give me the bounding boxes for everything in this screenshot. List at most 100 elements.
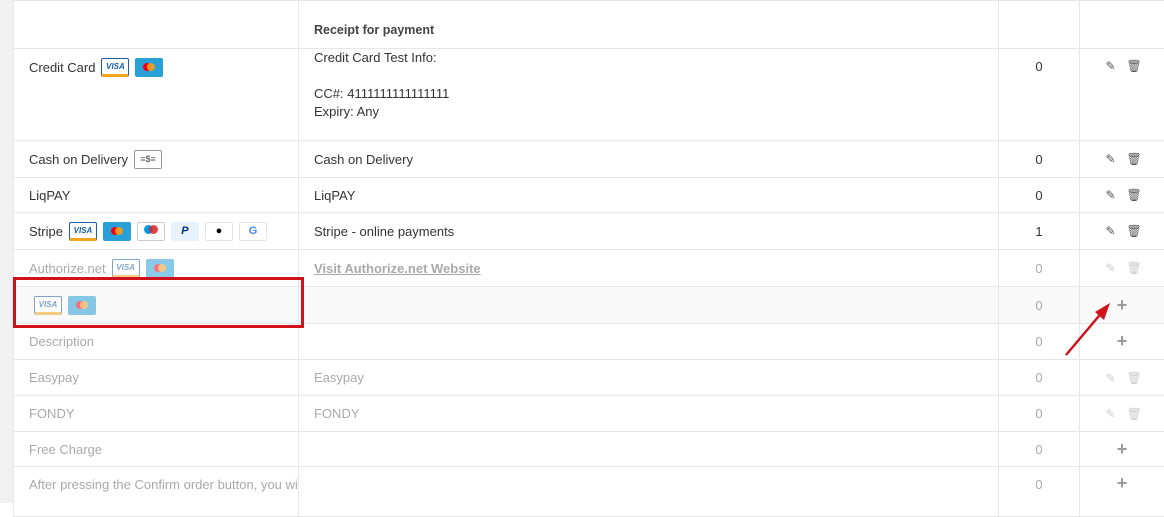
method-count: 0 <box>999 141 1080 178</box>
actions-cell: ✎ 🗑 <box>1080 141 1164 178</box>
trash-icon[interactable]: 🗑 <box>1127 261 1141 275</box>
method-name-cell: Credit Card VISA <box>14 49 299 141</box>
method-name: Description <box>14 324 299 360</box>
edit-pencil-icon[interactable]: ✎ <box>1104 261 1118 275</box>
method-name: Authorize.net <box>29 261 106 276</box>
method-count: 0 <box>999 396 1080 432</box>
method-description: Easypay <box>299 360 999 396</box>
method-count: 0 <box>999 467 1080 517</box>
method-name-cell: Cash on Delivery ≡$≡ <box>14 141 299 178</box>
edit-pencil-icon[interactable]: ✎ <box>1104 407 1118 421</box>
method-description-cell: Visit Authorize.net Website <box>299 250 999 287</box>
actions-cell: + <box>1080 287 1164 324</box>
table-row: Free Charge 0 + <box>14 432 1164 467</box>
method-count: 0 <box>999 324 1080 360</box>
table-row: LiqPAY LiqPAY 0 ✎ 🗑 <box>14 178 1164 213</box>
method-count: 0 <box>999 287 1080 324</box>
actions-cell: + <box>1080 432 1164 467</box>
mastercard-icon <box>68 296 96 315</box>
maestro-icon <box>137 222 165 241</box>
description-line-blank <box>314 67 983 85</box>
description-line: Credit Card Test Info: <box>314 49 983 67</box>
method-description <box>299 324 999 360</box>
add-plus-icon[interactable]: + <box>1117 295 1128 315</box>
description-line: Expiry: Any <box>314 103 983 121</box>
table-row: Easypay Easypay 0 ✎ 🗑 <box>14 360 1164 396</box>
add-plus-icon[interactable]: + <box>1117 331 1128 351</box>
trash-icon[interactable]: 🗑 <box>1127 59 1141 73</box>
actions-cell: ✎ 🗑 <box>1080 213 1164 250</box>
visa-icon: VISA <box>112 259 140 278</box>
trash-icon[interactable]: 🗑 <box>1127 371 1141 385</box>
method-description <box>299 287 999 324</box>
method-description: Stripe - online payments <box>299 213 999 250</box>
apple-pay-icon: ● <box>205 222 233 241</box>
header-count-cell <box>999 1 1080 49</box>
trash-icon[interactable]: 🗑 <box>1127 224 1141 238</box>
method-description-cell: Credit Card Test Info: CC#: 411111111111… <box>299 49 999 141</box>
visa-icon: VISA <box>101 58 129 77</box>
method-count: 0 <box>999 360 1080 396</box>
authorize-website-link[interactable]: Visit Authorize.net Website <box>314 261 481 276</box>
method-description: LiqPAY <box>299 178 999 213</box>
actions-cell: + <box>1080 324 1164 360</box>
method-name: After pressing the Confirm order button,… <box>14 467 299 517</box>
description-line: CC#: 4111111111111111 <box>314 85 983 103</box>
table-row: FONDY FONDY 0 ✎ 🗑 <box>14 396 1164 432</box>
mastercard-icon <box>135 58 163 77</box>
payment-methods-table: Receipt for payment Credit Card VISA Cre… <box>13 0 1164 517</box>
method-name: Credit Card <box>29 60 95 75</box>
edit-pencil-icon[interactable]: ✎ <box>1104 188 1118 202</box>
method-name: Free Charge <box>14 432 299 467</box>
method-description: Cash on Delivery <box>299 141 999 178</box>
edit-pencil-icon[interactable]: ✎ <box>1104 59 1118 73</box>
table-row: Stripe VISA P ● G Stripe - online paymen… <box>14 213 1164 250</box>
trash-icon[interactable]: 🗑 <box>1127 188 1141 202</box>
method-count: 0 <box>999 49 1080 141</box>
header-description-cell: Receipt for payment <box>299 1 999 49</box>
actions-cell: ✎ 🗑 <box>1080 49 1164 141</box>
method-count: 0 <box>999 432 1080 467</box>
method-name: Stripe <box>29 224 63 239</box>
trash-icon[interactable]: 🗑 <box>1127 152 1141 166</box>
add-plus-icon[interactable]: + <box>1117 473 1128 493</box>
method-name: Cash on Delivery <box>29 152 128 167</box>
method-count: 0 <box>999 178 1080 213</box>
method-count: 1 <box>999 213 1080 250</box>
table-row: Authorize.net VISA Visit Authorize.net W… <box>14 250 1164 287</box>
method-description <box>299 467 999 517</box>
header-name-cell <box>14 1 299 49</box>
edit-pencil-icon[interactable]: ✎ <box>1104 152 1118 166</box>
add-plus-icon[interactable]: + <box>1117 439 1128 459</box>
method-name: Easypay <box>14 360 299 396</box>
table-row: After pressing the Confirm order button,… <box>14 467 1164 517</box>
actions-cell: ✎ 🗑 <box>1080 178 1164 213</box>
header-actions-cell <box>1080 1 1164 49</box>
method-name-cell: Stripe VISA P ● G <box>14 213 299 250</box>
edit-pencil-icon[interactable]: ✎ <box>1104 224 1118 238</box>
google-pay-icon: G <box>239 222 267 241</box>
table-row: VISA 0 + <box>14 287 1164 324</box>
header-description-label: Receipt for payment <box>314 23 983 37</box>
mastercard-icon <box>146 259 174 278</box>
table-row: Description 0 + <box>14 324 1164 360</box>
edit-pencil-icon[interactable]: ✎ <box>1104 371 1118 385</box>
mastercard-icon <box>103 222 131 241</box>
actions-cell: + <box>1080 467 1164 517</box>
table-header-row: Receipt for payment <box>14 1 1164 49</box>
visa-icon: VISA <box>69 222 97 241</box>
method-name: LiqPAY <box>14 178 299 213</box>
actions-cell: ✎ 🗑 <box>1080 396 1164 432</box>
table-row: Credit Card VISA Credit Card Test Info: … <box>14 49 1164 141</box>
visa-icon: VISA <box>34 296 62 315</box>
actions-cell: ✎ 🗑 <box>1080 250 1164 287</box>
method-count: 0 <box>999 250 1080 287</box>
trash-icon[interactable]: 🗑 <box>1127 407 1141 421</box>
paypal-icon: P <box>171 222 199 241</box>
method-name: FONDY <box>14 396 299 432</box>
method-description <box>299 432 999 467</box>
table-row: Cash on Delivery ≡$≡ Cash on Delivery 0 … <box>14 141 1164 178</box>
cash-icon: ≡$≡ <box>134 150 162 169</box>
method-description: FONDY <box>299 396 999 432</box>
method-name-cell: VISA <box>14 287 299 324</box>
